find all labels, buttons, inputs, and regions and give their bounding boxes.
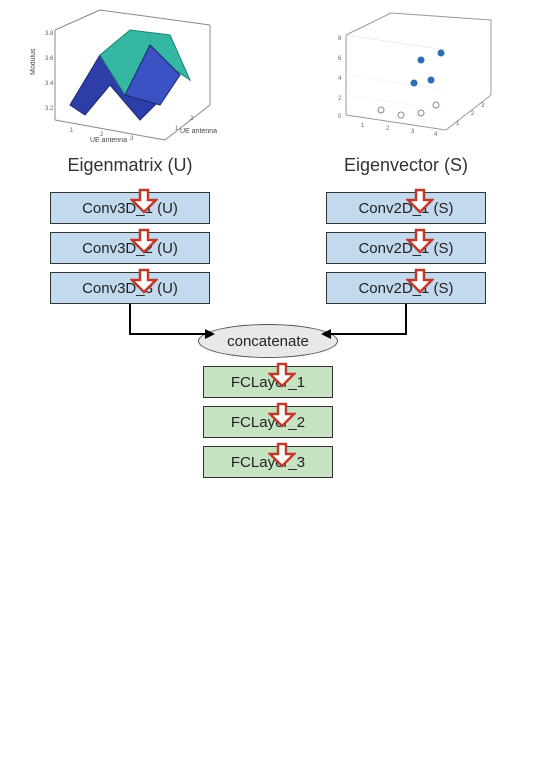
svg-text:2: 2 bbox=[386, 126, 390, 132]
merge-arrows-icon bbox=[0, 304, 536, 364]
svg-text:2: 2 bbox=[471, 111, 475, 117]
svg-text:3.4: 3.4 bbox=[45, 81, 54, 87]
svg-text:6: 6 bbox=[338, 56, 342, 62]
svg-text:3.2: 3.2 bbox=[45, 106, 54, 112]
svg-text:8: 8 bbox=[338, 36, 342, 42]
svg-text:3.6: 3.6 bbox=[45, 56, 54, 62]
branch-row: Eigenmatrix (U) Conv3D_1 (U) Conv3D_2 (U… bbox=[0, 155, 536, 304]
svg-text:3: 3 bbox=[481, 103, 485, 109]
svg-text:0: 0 bbox=[338, 114, 342, 120]
right-branch-title: Eigenvector (S) bbox=[344, 155, 468, 176]
eigenvector-plot: 8 6 4 2 0 1 2 3 4 1 2 3 bbox=[316, 5, 506, 145]
svg-text:UE antenna: UE antenna bbox=[90, 137, 127, 144]
svg-text:UE antenna: UE antenna bbox=[180, 128, 217, 135]
svg-text:4: 4 bbox=[338, 76, 342, 82]
eigenmatrix-plot: Modulus UE antenna UE antenna 3.8 3.6 3.… bbox=[30, 5, 220, 145]
svg-text:3.8: 3.8 bbox=[45, 31, 54, 37]
svg-text:4: 4 bbox=[434, 132, 438, 138]
scatter3d-plot-icon: 8 6 4 2 0 1 2 3 4 1 2 3 bbox=[316, 5, 506, 145]
svg-text:3: 3 bbox=[130, 136, 134, 142]
left-branch-title: Eigenmatrix (U) bbox=[67, 155, 192, 176]
svg-text:3: 3 bbox=[411, 129, 415, 135]
merge-lines bbox=[0, 304, 536, 364]
svg-text:2: 2 bbox=[190, 116, 194, 122]
top-images-row: Modulus UE antenna UE antenna 3.8 3.6 3.… bbox=[0, 0, 536, 145]
svg-text:1: 1 bbox=[70, 128, 74, 134]
svg-text:1: 1 bbox=[456, 121, 460, 127]
svg-text:1: 1 bbox=[361, 123, 365, 129]
svg-text:Modulus: Modulus bbox=[30, 48, 37, 75]
svg-text:2: 2 bbox=[338, 96, 342, 102]
diagram-container: Modulus UE antenna UE antenna 3.8 3.6 3.… bbox=[0, 0, 536, 784]
right-branch: Eigenvector (S) Conv2D_1 (S) Conv2D_1 (S… bbox=[316, 155, 496, 304]
left-branch: Eigenmatrix (U) Conv3D_1 (U) Conv3D_2 (U… bbox=[40, 155, 220, 304]
surface-plot-icon: Modulus UE antenna UE antenna 3.8 3.6 3.… bbox=[30, 5, 220, 145]
